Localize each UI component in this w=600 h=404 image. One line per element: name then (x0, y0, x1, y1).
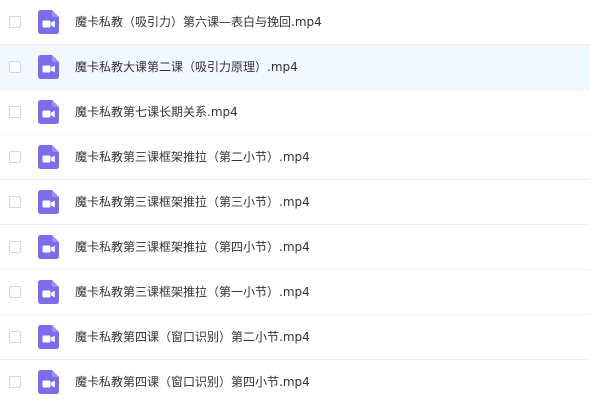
file-name[interactable]: 魔卡私教第四课（窗口识别）第四小节.mp4 (75, 375, 310, 389)
video-file-icon (38, 280, 59, 304)
file-name[interactable]: 魔卡私教第三课框架推拉（第三小节）.mp4 (75, 195, 310, 209)
row-checkbox[interactable] (9, 106, 21, 118)
row-checkbox[interactable] (9, 151, 21, 163)
row-checkbox[interactable] (9, 241, 21, 253)
file-name[interactable]: 魔卡私教第三课框架推拉（第二小节）.mp4 (75, 150, 310, 164)
file-row-8[interactable]: 魔卡私教第四课（窗口识别）第二小节.mp4 (0, 315, 590, 360)
row-checkbox[interactable] (9, 196, 21, 208)
file-row-5[interactable]: 魔卡私教第三课框架推拉（第三小节）.mp4 (0, 180, 590, 225)
row-checkbox[interactable] (9, 61, 21, 73)
file-row-7[interactable]: 魔卡私教第三课框架推拉（第一小节）.mp4 (0, 270, 590, 315)
file-row-3[interactable]: 魔卡私教第七课长期关系.mp4 (0, 90, 590, 135)
file-row-2[interactable]: 魔卡私教大课第二课（吸引力原理）.mp4 (0, 45, 590, 90)
file-name[interactable]: 魔卡私教第三课框架推拉（第四小节）.mp4 (75, 240, 310, 254)
video-file-icon (38, 145, 59, 169)
video-file-icon (38, 10, 59, 34)
file-list: 魔卡私教（吸引力）第六课—表白与挽回.mp4 魔卡私教大课第二课（吸引力原理）.… (0, 0, 590, 400)
video-file-icon (38, 100, 59, 124)
file-name[interactable]: 魔卡私教第三课框架推拉（第一小节）.mp4 (75, 285, 310, 299)
file-name[interactable]: 魔卡私教（吸引力）第六课—表白与挽回.mp4 (75, 15, 322, 29)
video-file-icon (38, 55, 59, 79)
file-row-1[interactable]: 魔卡私教（吸引力）第六课—表白与挽回.mp4 (0, 0, 590, 45)
file-row-6[interactable]: 魔卡私教第三课框架推拉（第四小节）.mp4 (0, 225, 590, 270)
file-name[interactable]: 魔卡私教大课第二课（吸引力原理）.mp4 (75, 60, 298, 74)
file-row-4[interactable]: 魔卡私教第三课框架推拉（第二小节）.mp4 (0, 135, 590, 180)
file-name[interactable]: 魔卡私教第四课（窗口识别）第二小节.mp4 (75, 330, 310, 344)
video-file-icon (38, 325, 59, 349)
video-file-icon (38, 235, 59, 259)
row-checkbox[interactable] (9, 331, 21, 343)
file-row-9[interactable]: 魔卡私教第四课（窗口识别）第四小节.mp4 (0, 360, 590, 404)
video-file-icon (38, 190, 59, 214)
row-checkbox[interactable] (9, 16, 21, 28)
video-file-icon (38, 370, 59, 394)
row-checkbox[interactable] (9, 376, 21, 388)
file-name[interactable]: 魔卡私教第七课长期关系.mp4 (75, 105, 238, 119)
row-checkbox[interactable] (9, 286, 21, 298)
